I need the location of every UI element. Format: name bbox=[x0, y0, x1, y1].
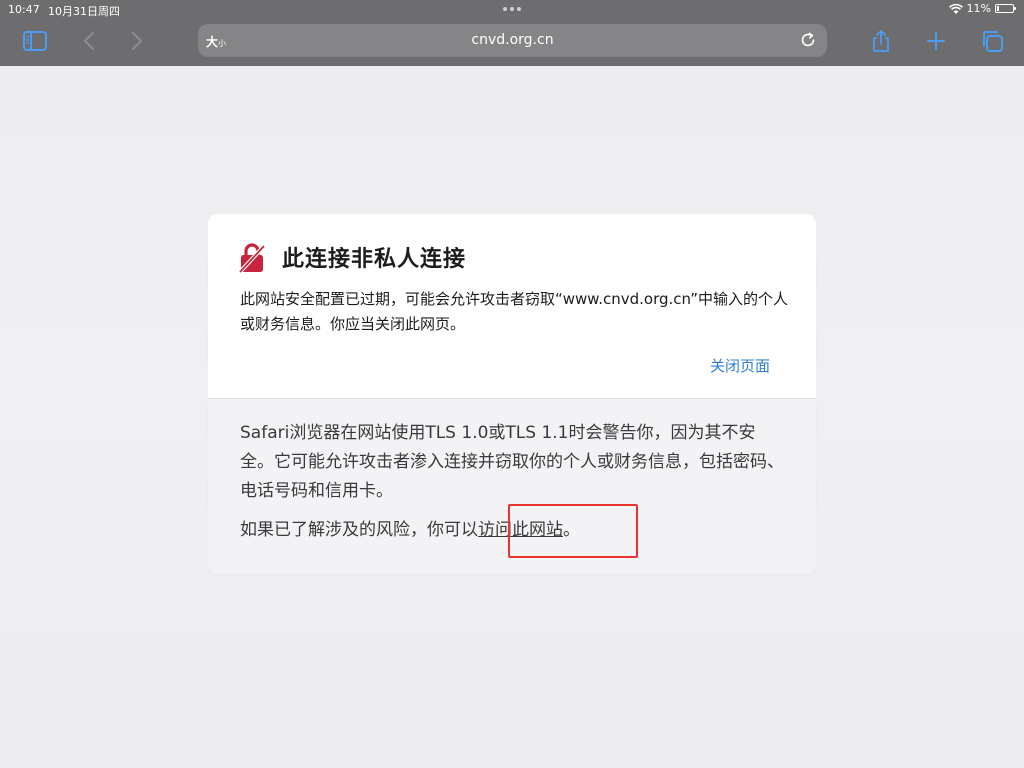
tabs-overview-button[interactable] bbox=[977, 28, 1007, 54]
reload-icon[interactable] bbox=[799, 31, 817, 49]
address-bar[interactable]: 大小 cnvd.org.cn bbox=[198, 24, 827, 57]
warning-description: 此网站安全配置已过期，可能会允许攻击者窃取“www.cnvd.org.cn”中输… bbox=[240, 290, 788, 333]
status-bar: 10:47 10月31日周四 11% bbox=[0, 0, 1024, 20]
url-text[interactable]: cnvd.org.cn bbox=[198, 32, 827, 48]
battery-percentage: 11% bbox=[966, 2, 991, 15]
back-button[interactable] bbox=[74, 28, 104, 54]
tabs-icon bbox=[983, 31, 1003, 52]
plus-icon bbox=[927, 32, 945, 50]
status-date: 10月31日周四 bbox=[48, 5, 120, 18]
browser-toolbar: 10:47 10月31日周四 11% 大小 cnvd.org.cn bbox=[0, 0, 1024, 66]
wifi-icon bbox=[948, 3, 963, 14]
close-page-button[interactable]: 关闭页面 bbox=[710, 355, 770, 376]
tls-explanation: Safari浏览器在网站使用TLS 1.0或TLS 1.1时会警告你，因为其不安… bbox=[240, 423, 784, 501]
forward-icon bbox=[131, 31, 143, 51]
share-button[interactable] bbox=[866, 28, 896, 54]
warning-header-section: 此连接非私人连接 此网站安全配置已过期，可能会允许攻击者窃取“www.cnvd.… bbox=[208, 214, 816, 398]
multitasking-dots[interactable] bbox=[502, 4, 522, 14]
highlight-annotation-box bbox=[508, 504, 638, 558]
forward-button[interactable] bbox=[122, 28, 152, 54]
lock-warning-icon bbox=[238, 243, 266, 274]
new-tab-button[interactable] bbox=[921, 28, 951, 54]
sidebar-icon bbox=[23, 31, 47, 51]
status-time: 10:47 bbox=[8, 3, 40, 16]
sidebar-button[interactable] bbox=[20, 28, 50, 54]
status-indicators: 11% bbox=[948, 2, 1016, 15]
share-icon bbox=[873, 30, 889, 52]
proceed-prefix: 如果已了解涉及的风险，你可以 bbox=[240, 520, 478, 540]
warning-title: 此连接非私人连接 bbox=[282, 247, 467, 272]
back-icon bbox=[83, 31, 95, 51]
battery-icon bbox=[995, 4, 1016, 13]
